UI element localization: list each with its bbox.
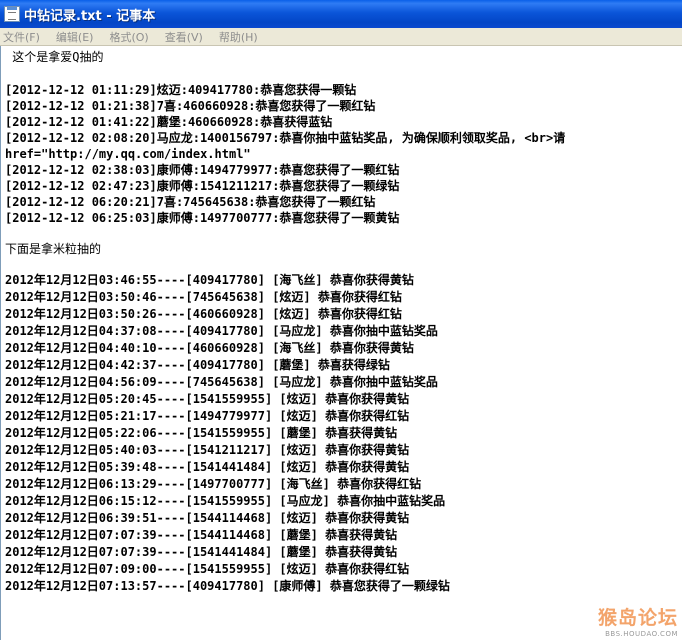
text-line: 2012年12月12日04:42:37----[409417780] [蘑堡] …	[5, 358, 390, 372]
menu-format[interactable]: 格式(O)	[109, 29, 148, 45]
text-line: [2012-12-12 01:21:38]7喜:460660928:恭喜您获得了…	[5, 99, 376, 113]
text-line: 2012年12月12日03:46:55----[409417780] [海飞丝]…	[5, 273, 414, 287]
text-line: 2012年12月12日05:21:17----[1494779977] [炫迈]…	[5, 409, 410, 423]
text-line: [2012-12-12 02:47:23]康师傅:1541211217:恭喜您获…	[5, 179, 400, 193]
text-line: 2012年12月12日07:13:57----[409417780] [康师傅]…	[5, 579, 450, 593]
text-edit-area[interactable]: 这个是拿爱Q抽的 [2012-12-12 01:11:29]炫迈:4094177…	[0, 46, 682, 640]
notepad-window: 中钻记录.txt - 记事本 文件(F) 编辑(E) 格式(O) 查看(V) 帮…	[0, 0, 682, 640]
text-line: href="http://my.qq.com/index.html"	[5, 147, 251, 161]
notepad-icon	[4, 6, 20, 22]
text-line: 2012年12月12日04:37:08----[409417780] [马应龙]…	[5, 324, 438, 338]
menu-file[interactable]: 文件(F)	[3, 29, 40, 45]
title-bar[interactable]: 中钻记录.txt - 记事本	[0, 0, 682, 28]
menu-view[interactable]: 查看(V)	[165, 29, 203, 45]
menu-bar: 文件(F) 编辑(E) 格式(O) 查看(V) 帮助(H)	[0, 28, 682, 46]
text-line: [2012-12-12 02:08:20]马应龙:1400156797:恭喜你抽…	[5, 131, 566, 145]
text-line: 2012年12月12日05:22:06----[1541559955] [蘑堡]…	[5, 426, 398, 440]
menu-help[interactable]: 帮助(H)	[219, 29, 258, 45]
text-line: [2012-12-12 01:11:29]炫迈:409417780:恭喜您获得一…	[5, 83, 357, 97]
text-line: 2012年12月12日06:13:29----[1497700777] [海飞丝…	[5, 477, 422, 491]
text-line: 2012年12月12日04:56:09----[745645638] [马应龙]…	[5, 375, 438, 389]
text-line: 2012年12月12日04:40:10----[460660928] [海飞丝]…	[5, 341, 414, 355]
text-line: 2012年12月12日05:20:45----[1541559955] [炫迈]…	[5, 392, 410, 406]
text-line: 2012年12月12日07:07:39----[1544114468] [蘑堡]…	[5, 528, 398, 542]
text-line: 2012年12月12日05:39:48----[1541441484] [炫迈]…	[5, 460, 410, 474]
text-line: 下面是拿米粒抽的	[5, 242, 102, 256]
text-line: [2012-12-12 01:41:22]蘑堡:460660928:恭喜获得蓝钻	[5, 115, 333, 129]
text-line: 2012年12月12日06:15:12----[1541559955] [马应龙…	[5, 494, 446, 508]
text-line: [2012-12-12 06:25:03]康师傅:1497700777:恭喜您获…	[5, 211, 400, 225]
text-line: 2012年12月12日07:09:00----[1541559955] [炫迈]…	[5, 562, 410, 576]
text-line: 2012年12月12日03:50:26----[460660928] [炫迈] …	[5, 307, 402, 321]
menu-edit[interactable]: 编辑(E)	[56, 29, 94, 45]
text-line: [2012-12-12 06:20:21]7喜:745645638:恭喜您获得了…	[5, 195, 376, 209]
text-line: 2012年12月12日06:39:51----[1544114468] [炫迈]…	[5, 511, 410, 525]
text-line: [2012-12-12 02:38:03]康师傅:1494779977:恭喜您获…	[5, 163, 400, 177]
text-line: 这个是拿爱Q抽的	[5, 50, 104, 64]
text-line: 2012年12月12日03:50:46----[745645638] [炫迈] …	[5, 290, 402, 304]
text-line: 2012年12月12日07:07:39----[1541441484] [蘑堡]…	[5, 545, 398, 559]
window-title: 中钻记录.txt - 记事本	[24, 8, 156, 24]
text-line: 2012年12月12日05:40:03----[1541211217] [炫迈]…	[5, 443, 410, 457]
